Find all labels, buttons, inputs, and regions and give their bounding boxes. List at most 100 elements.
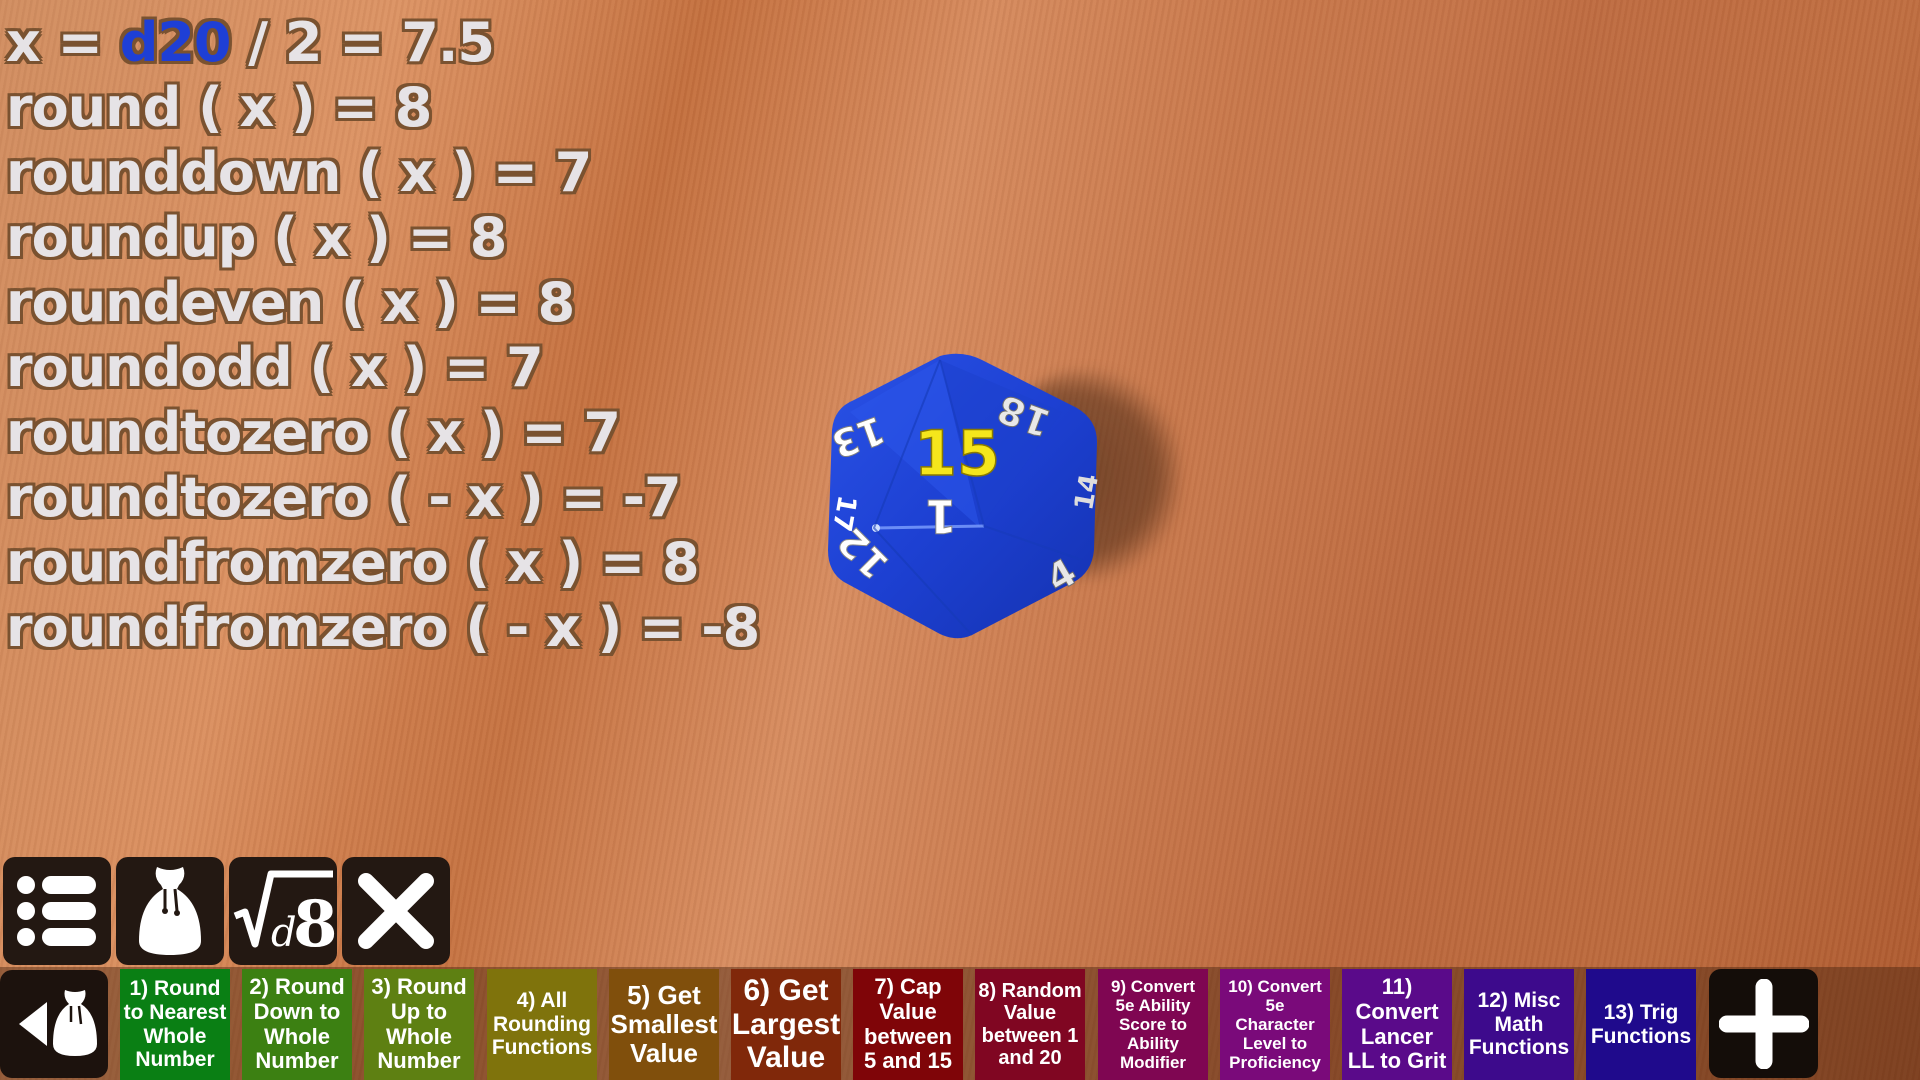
preset-label-line: 7) Cap: [874, 974, 942, 1000]
preset-label: 2) Round Down to Whole Number: [249, 975, 344, 1074]
preset-label-line: Modifier: [1119, 1053, 1187, 1073]
preset-label-line: Largest: [731, 1007, 841, 1041]
preset-label-line: Number: [255, 1048, 339, 1074]
preset-label-line: Value: [879, 998, 937, 1024]
preset-label-line: 5 and 15: [863, 1048, 953, 1074]
menu-button[interactable]: [3, 857, 111, 965]
preset-label-line: Functions: [1468, 1036, 1570, 1060]
formula-line-roundtozero-negative: roundtozero ( - x ) = -7: [6, 466, 682, 529]
dice-bag-icon: [53, 990, 97, 1056]
formula-header: x = d20 / 2 = 7.5: [6, 10, 759, 75]
preset-label-line: Proficiency: [1229, 1053, 1321, 1073]
preset-button-13[interactable]: 13) Trig Functions: [1586, 969, 1696, 1080]
die-face-14: 14: [1069, 472, 1102, 513]
preset-button-3[interactable]: 3) Round Up to Whole Number: [364, 969, 474, 1080]
preset-label: 7) Cap Value between 5 and 15: [864, 975, 952, 1074]
preset-label: 4) All Rounding Functions: [492, 989, 592, 1060]
formula-button[interactable]: d 8: [229, 857, 337, 965]
d20-die-graphic: 13 18 1 12 4 17 14 15: [825, 353, 1105, 639]
preset-label-line: 6) Get: [743, 974, 829, 1008]
formula-glyph-8: 8: [293, 887, 335, 956]
formula-line-roundeven: roundeven ( x ) = 8: [6, 271, 575, 334]
preset-label-line: Score to: [1118, 1014, 1187, 1034]
preset-label-line: LL to Grit: [1347, 1048, 1447, 1074]
preset-label: 1) Round to Nearest Whole Number: [124, 977, 227, 1071]
back-dice-bag-icon: [19, 990, 97, 1056]
formula-line-roundodd: roundodd ( x ) = 7: [6, 336, 544, 399]
formula-line-roundfromzero-negative: roundfromzero ( - x ) = -8: [6, 596, 760, 659]
die-face-17: 17: [826, 493, 862, 534]
preset-label: 12) Misc Math Functions: [1469, 989, 1569, 1060]
dice-bag-button[interactable]: [116, 857, 224, 965]
formula-readout: x = d20 / 2 = 7.5 round ( x ) = 8 roundd…: [6, 10, 760, 660]
preset-label-line: 5e Ability: [1115, 995, 1191, 1015]
preset-button-6[interactable]: 6) Get Largest Value: [731, 969, 841, 1080]
formula-line-rounddown: rounddown ( x ) = 7: [6, 141, 592, 204]
preset-button-7[interactable]: 7) Cap Value between 5 and 15: [853, 969, 963, 1080]
die-reference: d20: [119, 11, 232, 74]
preset-label-line: Math: [1494, 1012, 1544, 1036]
preset-label-line: Lancer: [1360, 1023, 1434, 1049]
preset-label-line: Convert: [1355, 998, 1439, 1024]
preset-label: 6) Get Largest Value: [732, 974, 840, 1075]
preset-label-line: Rounding: [493, 1012, 591, 1036]
preset-button-8[interactable]: 8) Random Value between 1 and 20: [975, 969, 1085, 1080]
preset-label-line: 3) Round: [371, 974, 467, 1000]
preset-button-1[interactable]: 1) Round to Nearest Whole Number: [120, 969, 230, 1080]
preset-label-line: 12) Misc: [1477, 989, 1561, 1013]
formula-line-roundfromzero: roundfromzero ( x ) = 8: [6, 531, 700, 594]
preset-label-line: Number: [377, 1048, 461, 1074]
preset-label: 3) Round Up to Whole Number: [371, 975, 466, 1074]
clear-button[interactable]: [342, 857, 450, 965]
preset-label-line: Value: [746, 1041, 826, 1075]
back-arrow-icon: [19, 1002, 47, 1046]
preset-label-line: Whole: [263, 1023, 330, 1049]
menu-icon: [17, 876, 96, 946]
formula-icon: d 8: [233, 870, 335, 956]
d20-die[interactable]: 13 18 1 12 4 17 14 15: [822, 350, 1105, 640]
back-to-dice-bag-button[interactable]: [0, 970, 108, 1078]
preset-label-line: Value: [630, 1038, 698, 1069]
preset-label: 5) Get Smallest Value: [610, 979, 718, 1069]
preset-label-line: Down to: [253, 998, 341, 1024]
die-result: 15: [914, 417, 1000, 490]
preset-label-line: between: [863, 1023, 952, 1049]
die-face-1: 1: [925, 489, 957, 543]
preset-button-4[interactable]: 4) All Rounding Functions: [487, 969, 597, 1080]
preset-label-line: 11): [1381, 974, 1413, 1000]
preset-label-line: Functions: [491, 1036, 593, 1060]
preset-label-line: Level to: [1242, 1034, 1308, 1054]
preset-label-line: Character: [1235, 1014, 1315, 1034]
preset-button-5[interactable]: 5) Get Smallest Value: [609, 969, 719, 1080]
preset-button-12[interactable]: 12) Misc Math Functions: [1464, 969, 1574, 1080]
preset-label-line: Whole: [143, 1024, 207, 1048]
preset-label: 9) Convert 5e Ability Score to Ability Modif…: [1111, 977, 1195, 1072]
preset-label-line: Smallest: [610, 1008, 718, 1039]
preset-label-line: Up to: [390, 998, 448, 1024]
add-preset-button[interactable]: [1709, 969, 1818, 1078]
preset-button-2[interactable]: 2) Round Down to Whole Number: [242, 969, 352, 1080]
formula-header-suffix: / 2 = 7.5: [230, 11, 495, 74]
formula-line-roundtozero: roundtozero ( x ) = 7: [6, 401, 621, 464]
preset-button-10[interactable]: 10) Convert 5e Character Level to Proficienc…: [1220, 969, 1330, 1080]
preset-label-line: to Nearest: [123, 1000, 227, 1024]
preset-label-line: Number: [135, 1048, 215, 1072]
preset-label-line: 2) Round: [249, 974, 345, 1000]
preset-label-line: and 20: [998, 1046, 1062, 1069]
formula-header-prefix: x =: [6, 11, 120, 74]
preset-label-line: 13) Trig: [1603, 1000, 1679, 1024]
preset-label: 13) Trig Functions: [1591, 1001, 1691, 1048]
preset-label-line: Value: [1003, 1002, 1057, 1025]
preset-label-line: 5) Get: [627, 979, 701, 1010]
preset-label-line: 10) Convert: [1228, 976, 1322, 996]
preset-label: 10) Convert 5e Character Level to Proficienc…: [1228, 977, 1322, 1072]
preset-button-11[interactable]: 11) Convert Lancer LL to Grit: [1342, 969, 1452, 1080]
add-icon: [1718, 978, 1809, 1069]
formula-line-round: round ( x ) = 8: [6, 76, 432, 139]
preset-button-9[interactable]: 9) Convert 5e Ability Score to Ability Modif…: [1098, 969, 1208, 1080]
preset-label-line: 1) Round: [129, 977, 221, 1001]
preset-label-line: 9) Convert: [1110, 976, 1196, 996]
preset-label: 8) Random Value between 1 and 20: [978, 980, 1081, 1070]
preset-label-line: 8) Random: [978, 979, 1082, 1002]
dice-bag-icon: [139, 867, 201, 955]
